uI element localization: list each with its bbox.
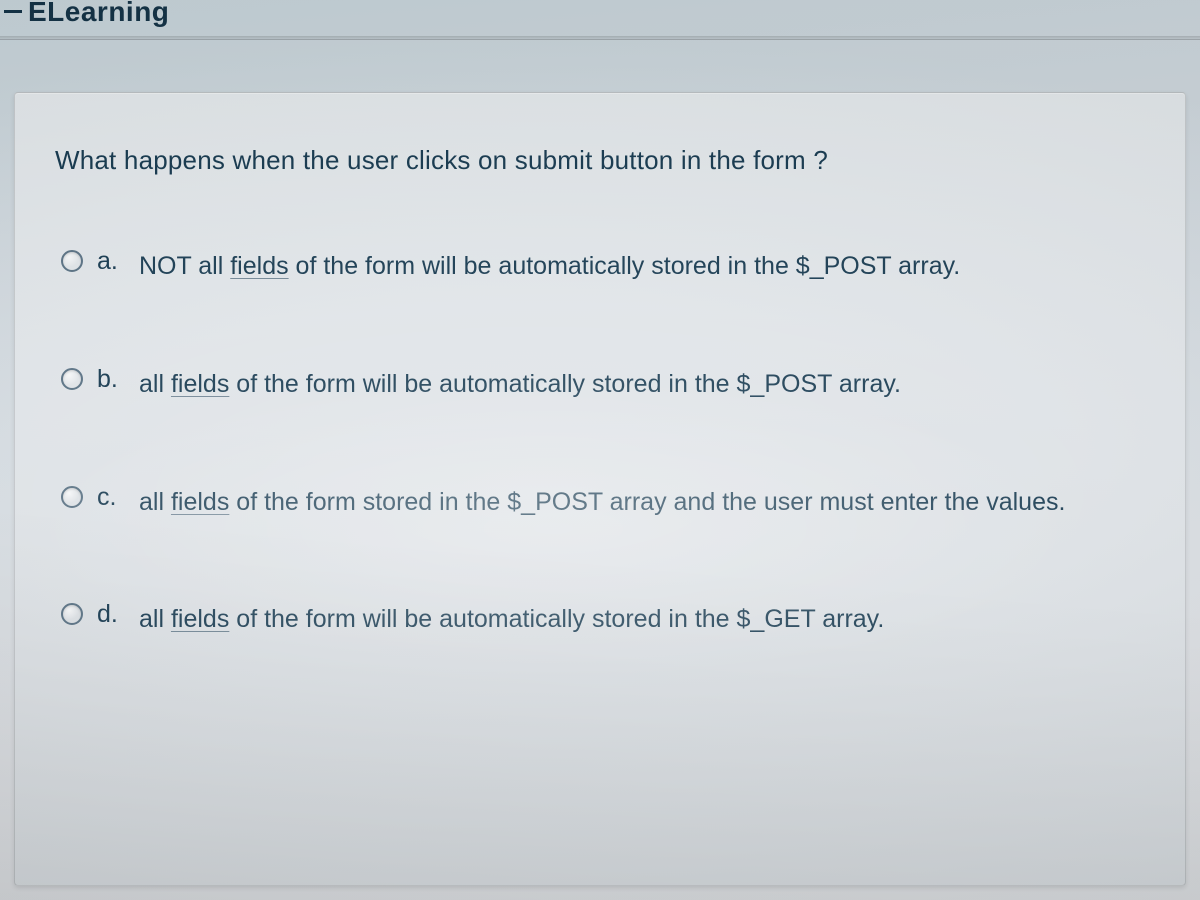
option-c[interactable]: c. all fields of the form stored in the …	[55, 482, 1145, 522]
divider	[0, 36, 1200, 40]
option-letter: c.	[97, 483, 125, 512]
option-letter: d.	[97, 600, 125, 629]
option-text: all fields of the form will be automatic…	[139, 364, 1145, 404]
keyword-fields: fields	[171, 370, 229, 398]
question-text: What happens when the user clicks on sub…	[55, 145, 1145, 176]
keyword-fields: fields	[230, 252, 288, 280]
brand-text: ELearning	[28, 0, 169, 27]
keyword-fields: fields	[171, 488, 229, 516]
radio-a[interactable]	[61, 250, 83, 272]
brand-label: ELearning	[0, 0, 169, 28]
option-text: all fields of the form will be automatic…	[139, 599, 1145, 639]
radio-d[interactable]	[61, 603, 83, 625]
option-letter: b.	[97, 365, 125, 394]
option-a[interactable]: a. NOT all fields of the form will be au…	[55, 246, 1145, 286]
option-text: all fields of the form stored in the $_P…	[139, 482, 1145, 522]
keyword-fields: fields	[171, 605, 229, 633]
radio-c[interactable]	[61, 486, 83, 508]
quiz-frame: ELearning What happens when the user cli…	[0, 0, 1200, 900]
radio-b[interactable]	[61, 368, 83, 390]
option-letter: a.	[97, 247, 125, 276]
option-text: NOT all fields of the form will be autom…	[139, 246, 1145, 286]
question-card: What happens when the user clicks on sub…	[14, 92, 1186, 886]
option-d[interactable]: d. all fields of the form will be automa…	[55, 599, 1145, 639]
option-b[interactable]: b. all fields of the form will be automa…	[55, 364, 1145, 404]
